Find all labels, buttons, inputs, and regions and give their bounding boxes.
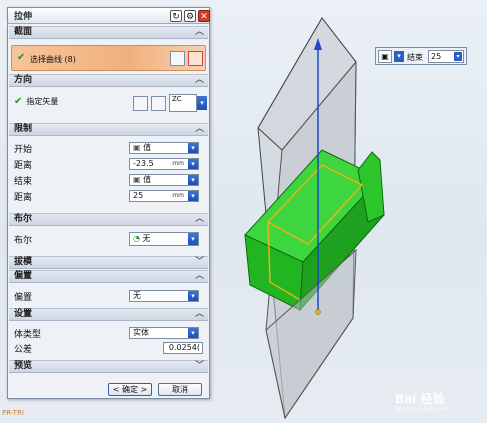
boolean-value: 无 bbox=[142, 234, 151, 243]
boolean-select[interactable]: ◔ 无 ▾ bbox=[129, 232, 199, 246]
viewport-label: PR-TRI bbox=[2, 409, 24, 417]
end-distance-label: 距离 bbox=[14, 192, 33, 203]
chevron-down-icon[interactable]: ▾ bbox=[188, 191, 198, 201]
curve-select-icon[interactable] bbox=[188, 51, 203, 66]
chevron-up-icon[interactable]: ︿ bbox=[195, 27, 204, 38]
start-distance-value: -23.5 bbox=[133, 159, 154, 168]
chevron-up-icon[interactable]: ︿ bbox=[195, 124, 204, 135]
chevron-up-icon[interactable]: ︿ bbox=[195, 75, 204, 86]
vector-origin-point bbox=[315, 309, 321, 315]
draft-title: 拔模 bbox=[14, 257, 33, 267]
end-distance-unit: mm bbox=[172, 192, 184, 199]
offset-title: 偏置 bbox=[14, 271, 33, 281]
cancel-button[interactable]: 取消 bbox=[158, 383, 202, 396]
boolean-none-icon: ◔ bbox=[133, 234, 143, 243]
chevron-up-icon[interactable]: ︿ bbox=[195, 214, 204, 225]
chevron-up-icon[interactable]: ︿ bbox=[195, 271, 204, 282]
float-cube-icon[interactable]: ▣ bbox=[378, 50, 392, 63]
offset-label: 偏置 bbox=[14, 292, 33, 303]
reset-icon[interactable]: ↻ bbox=[170, 10, 182, 22]
vector-dialog-icon[interactable] bbox=[151, 96, 166, 111]
offset-value: 无 bbox=[133, 291, 141, 300]
select-curve-label: 选择曲线 (8) bbox=[30, 55, 76, 64]
check-icon: ✔ bbox=[14, 95, 23, 107]
section-title: 截面 bbox=[14, 27, 33, 37]
chevron-down-icon[interactable]: ﹀ bbox=[195, 361, 204, 372]
section-header-settings[interactable]: 设置 ︿ bbox=[9, 308, 208, 321]
start-distance-label: 距离 bbox=[14, 160, 33, 171]
end-distance-value: 25 bbox=[133, 191, 144, 200]
float-value-arrow-icon[interactable]: ▾ bbox=[454, 52, 462, 61]
close-icon[interactable]: ✕ bbox=[198, 10, 210, 22]
chevron-down-icon[interactable]: ▾ bbox=[188, 291, 198, 301]
limits-title: 限制 bbox=[14, 124, 33, 134]
offset-select[interactable]: 无 ▾ bbox=[129, 290, 199, 302]
value-cube-icon: ▣ bbox=[133, 143, 144, 152]
chevron-down-icon[interactable]: ▾ bbox=[188, 233, 198, 245]
body-type-value: 实体 bbox=[133, 328, 149, 337]
settings-title: 设置 bbox=[14, 309, 33, 319]
end-type-select[interactable]: ▣ 值 ▾ bbox=[129, 174, 199, 186]
start-type-value: 值 bbox=[143, 143, 152, 152]
watermark-text: Bai 经验 bbox=[395, 392, 445, 406]
chevron-down-icon[interactable]: ▾ bbox=[188, 143, 198, 153]
value-cube-icon: ▣ bbox=[133, 175, 144, 184]
section-header-offset[interactable]: 偏置 ︿ bbox=[9, 270, 208, 283]
start-distance-field[interactable]: -23.5 mm ▾ bbox=[129, 158, 199, 170]
section-header-limits[interactable]: 限制 ︿ bbox=[9, 123, 208, 136]
vector-value-box[interactable]: ZC bbox=[169, 94, 197, 112]
select-curve-row[interactable]: ✔ 选择曲线 (8) bbox=[11, 45, 206, 71]
boolean-label: 布尔 bbox=[14, 235, 33, 246]
gear-icon[interactable]: ⚙ bbox=[184, 10, 196, 22]
ok-button[interactable]: < 确定 > bbox=[108, 383, 152, 396]
section-header-preview[interactable]: 预览 ﹀ bbox=[9, 360, 208, 373]
chevron-down-icon[interactable]: ▾ bbox=[188, 328, 198, 338]
check-icon: ✔ bbox=[17, 52, 26, 63]
direction-title: 方向 bbox=[14, 75, 33, 85]
boolean-title: 布尔 bbox=[14, 214, 33, 224]
floating-end-input-panel: ▣ ▾ 结束 25 ▾ bbox=[375, 47, 467, 65]
start-type-select[interactable]: ▣ 值 ▾ bbox=[129, 142, 199, 154]
section-header-boolean[interactable]: 布尔 ︿ bbox=[9, 213, 208, 226]
section-header-draft[interactable]: 拔模 ﹀ bbox=[9, 256, 208, 269]
chevron-down-icon[interactable]: ﹀ bbox=[195, 257, 204, 268]
preview-title: 预览 bbox=[14, 361, 33, 371]
chevron-down-icon[interactable]: ▾ bbox=[188, 175, 198, 185]
section-header-direction[interactable]: 方向 ︿ bbox=[9, 74, 208, 87]
tolerance-label: 公差 bbox=[14, 344, 33, 355]
vector-dropdown-arrow-icon[interactable]: ▾ bbox=[197, 96, 207, 110]
chevron-down-icon[interactable]: ▾ bbox=[188, 159, 198, 169]
float-end-label: 结束 bbox=[407, 53, 423, 62]
reverse-direction-icon[interactable] bbox=[133, 96, 148, 111]
chevron-up-icon[interactable]: ︿ bbox=[195, 309, 204, 320]
dialog-titlebar[interactable]: 拉伸 ↻ ⚙ ✕ bbox=[8, 8, 210, 24]
extrude-dialog: 拉伸 ↻ ⚙ ✕ 截面 ︿ ✔ 选择曲线 (8) 方向 ︿ ✔ 指定矢量 ZC … bbox=[7, 7, 210, 399]
sketch-section-icon[interactable] bbox=[170, 51, 185, 66]
end-label: 结束 bbox=[14, 176, 33, 187]
tolerance-field[interactable]: 0.0254( bbox=[163, 342, 203, 354]
watermark-domain: jingyan.baidu.com bbox=[395, 406, 451, 413]
body-type-label: 体类型 bbox=[14, 329, 42, 340]
start-label: 开始 bbox=[14, 144, 33, 155]
section-header-section[interactable]: 截面 ︿ bbox=[9, 26, 208, 39]
specify-vector-label: 指定矢量 bbox=[26, 96, 59, 106]
body-type-select[interactable]: 实体 ▾ bbox=[129, 327, 199, 339]
end-distance-field[interactable]: 25 mm ▾ bbox=[129, 190, 199, 202]
start-distance-unit: mm bbox=[172, 160, 184, 167]
dialog-title: 拉伸 bbox=[14, 12, 33, 22]
end-type-value: 值 bbox=[143, 175, 152, 184]
float-dropdown-arrow-icon[interactable]: ▾ bbox=[394, 51, 404, 62]
